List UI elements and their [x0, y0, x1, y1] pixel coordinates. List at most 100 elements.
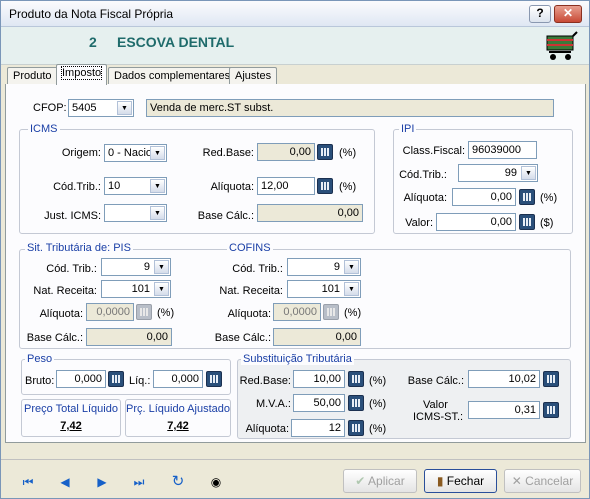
x-icon: ✕: [511, 474, 526, 488]
st-red-base-input[interactable]: 10,00: [293, 370, 345, 388]
calculator-icon[interactable]: [348, 420, 364, 436]
cancel-button[interactable]: ✕ Cancelar: [504, 469, 581, 493]
chevron-down-icon[interactable]: ▼: [521, 166, 536, 180]
calculator-icon[interactable]: [317, 178, 333, 194]
shopping-cart-icon: [546, 31, 578, 60]
chevron-down-icon[interactable]: ▼: [117, 101, 132, 115]
calculator-icon[interactable]: [519, 189, 535, 205]
icms-just-select[interactable]: ▼: [104, 204, 167, 222]
pis-nat-receita-select[interactable]: 101 ▼: [101, 280, 171, 298]
calculator-icon[interactable]: [348, 371, 364, 387]
cofins-nat-receita-label: Nat. Receita:: [219, 285, 283, 297]
icms-red-base-unit: (%): [339, 147, 357, 159]
product-header: 2 ESCOVA DENTAL: [1, 27, 589, 65]
calculator-icon[interactable]: [136, 304, 152, 320]
cofins-cod-trib-label: Cód. Trib.:: [232, 263, 283, 275]
ipi-aliquota-label: Alíquota:: [403, 192, 447, 204]
icms-cod-trib-label: Cód.Trib.:: [53, 181, 101, 193]
peso-liq-input[interactable]: 0,000: [153, 370, 203, 388]
cofins-nat-receita-select[interactable]: 101 ▼: [287, 280, 361, 298]
ipi-valor-unit: ($): [540, 217, 554, 229]
st-base-calc-label: Base Cálc.:: [407, 375, 464, 387]
icms-red-base-input[interactable]: 0,00: [257, 143, 315, 161]
icms-cod-trib-value: 10: [108, 180, 121, 192]
pin-icon[interactable]: ◉: [209, 475, 223, 489]
icms-aliquota-label: Alíquota:: [210, 181, 254, 193]
ipi-class-fiscal-label: Class.Fiscal:: [402, 145, 465, 157]
ipi-cod-trib-value: 99: [504, 167, 517, 179]
peso-bruto-label: Bruto:: [25, 375, 55, 387]
cofins-aliquota-unit: (%): [344, 307, 362, 319]
st-valor-label-line2: ICMS-ST.:: [413, 411, 464, 423]
icms-base-calc-value: 0,00: [257, 204, 363, 222]
door-exit-icon: ▮: [436, 474, 447, 488]
calculator-icon[interactable]: [206, 371, 222, 387]
st-mva-input[interactable]: 50,00: [293, 394, 345, 412]
close-window-button[interactable]: ✕: [554, 5, 582, 23]
ipi-class-fiscal-input[interactable]: 96039000: [468, 141, 537, 159]
cfop-label: CFOP:: [33, 102, 67, 114]
close-button[interactable]: ▮ Fechar: [424, 469, 497, 493]
product-name: ESCOVA DENTAL: [117, 34, 235, 50]
icms-red-base-label: Red.Base:: [202, 147, 254, 159]
cfop-description: Venda de merc.ST subst.: [146, 99, 554, 117]
calculator-icon[interactable]: [519, 214, 535, 230]
calculator-icon[interactable]: [348, 395, 364, 411]
chevron-down-icon[interactable]: ▼: [344, 260, 359, 274]
st-group-title: Substituição Tributária: [241, 353, 354, 365]
first-record-icon[interactable]: ⏮: [21, 475, 35, 489]
help-button[interactable]: ?: [529, 5, 551, 23]
st-valor-input[interactable]: 0,31: [468, 401, 540, 419]
ipi-cod-trib-select[interactable]: 99 ▼: [458, 164, 538, 182]
peso-bruto-input[interactable]: 0,000: [56, 370, 106, 388]
cfop-select[interactable]: 5405 ▼: [68, 99, 134, 117]
st-red-base-unit: (%): [369, 375, 387, 387]
chevron-down-icon[interactable]: ▼: [150, 179, 165, 193]
chevron-down-icon[interactable]: ▼: [150, 146, 165, 160]
calculator-icon[interactable]: [543, 402, 559, 418]
peso-group-title: Peso: [25, 353, 55, 365]
icms-origem-select[interactable]: 0 - Naciona ▼: [104, 144, 167, 162]
pis-base-calc-value: 0,00: [86, 328, 172, 346]
ipi-aliquota-input[interactable]: 0,00: [452, 188, 516, 206]
window-title: Produto da Nota Fiscal Própria: [9, 7, 174, 21]
previous-record-icon[interactable]: ◀: [58, 475, 72, 489]
apply-button[interactable]: ✔ Aplicar: [343, 469, 417, 493]
chevron-down-icon[interactable]: ▼: [154, 260, 169, 274]
icms-just-label: Just. ICMS:: [44, 210, 101, 222]
cofins-nat-receita-value: 101: [321, 283, 340, 295]
calculator-icon[interactable]: [317, 144, 333, 160]
tab-ajustes[interactable]: Ajustes: [229, 67, 278, 84]
last-record-icon[interactable]: ⏭: [132, 475, 146, 489]
icms-aliquota-input[interactable]: 12,00: [257, 177, 315, 195]
item-number: 2: [89, 34, 97, 50]
refresh-icon[interactable]: ↻: [171, 474, 185, 489]
next-record-icon[interactable]: ▶: [95, 475, 109, 489]
cancel-button-label: Cancelar: [525, 474, 574, 488]
cofins-aliquota-input[interactable]: 0,0000: [273, 303, 321, 321]
pis-cod-trib-select[interactable]: 9 ▼: [101, 258, 171, 276]
st-aliquota-unit: (%): [369, 423, 387, 435]
chevron-down-icon[interactable]: ▼: [344, 282, 359, 296]
st-base-calc-input[interactable]: 10,02: [468, 370, 540, 388]
st-aliquota-input[interactable]: 12: [291, 419, 345, 437]
calculator-icon[interactable]: [543, 371, 559, 387]
chevron-down-icon[interactable]: ▼: [150, 206, 165, 220]
icms-group-title: ICMS: [28, 123, 60, 135]
ipi-valor-input[interactable]: 0,00: [436, 213, 516, 231]
icms-cod-trib-select[interactable]: 10 ▼: [104, 177, 167, 195]
cofins-cod-trib-select[interactable]: 9 ▼: [287, 258, 361, 276]
pis-nat-receita-value: 101: [131, 283, 150, 295]
preco-total-label: Preço Total Líquido: [24, 403, 118, 415]
cofins-aliquota-label: Alíquota:: [227, 308, 271, 320]
pis-aliquota-input[interactable]: 0,0000: [86, 303, 134, 321]
preco-ajustado-value: 7,42: [167, 420, 189, 432]
peso-liq-label: Líq.:: [129, 375, 151, 387]
calculator-icon[interactable]: [323, 304, 339, 320]
calculator-icon[interactable]: [108, 371, 124, 387]
tab-produto[interactable]: Produto: [7, 67, 58, 84]
tab-imposto[interactable]: Imposto: [56, 64, 108, 85]
icms-base-calc-label: Base Cálc.:: [197, 210, 254, 222]
tab-dados-complementares[interactable]: Dados complementares: [108, 67, 237, 84]
chevron-down-icon[interactable]: ▼: [154, 282, 169, 296]
